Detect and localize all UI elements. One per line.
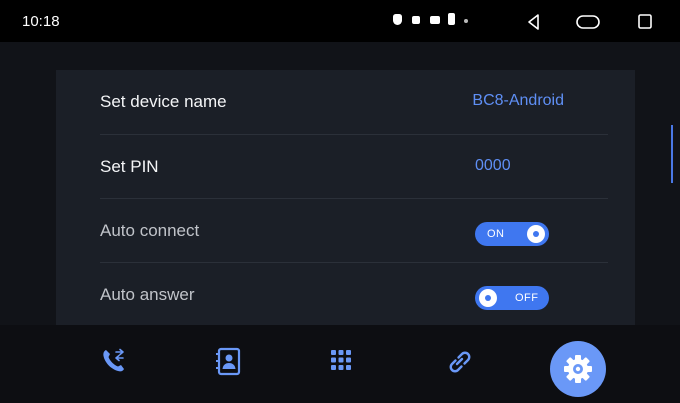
auto-connect-toggle[interactable]: ON — [475, 222, 549, 246]
setting-row-auto-connect: Auto connect ON — [100, 198, 608, 263]
setting-label: Auto connect — [100, 221, 200, 240]
phone-transfer-icon[interactable] — [92, 339, 136, 383]
dialpad-icon[interactable] — [319, 339, 363, 383]
home-nav-icon[interactable] — [574, 9, 602, 35]
contacts-icon[interactable] — [207, 339, 251, 383]
toggle-state-label: OFF — [515, 292, 539, 304]
shield-status-icon — [393, 14, 402, 25]
settings-icon[interactable] — [550, 341, 606, 397]
usb-status-icon — [448, 13, 455, 25]
setting-label: Auto answer — [100, 285, 195, 304]
pin-value[interactable]: 0000 — [475, 157, 511, 175]
more-status-icon — [464, 19, 468, 23]
bottom-nav — [0, 325, 680, 403]
auto-answer-toggle[interactable]: OFF — [475, 286, 549, 310]
status-bar: 10:18 — [0, 0, 680, 42]
notification-status-icon — [412, 16, 420, 24]
back-nav-icon[interactable] — [521, 9, 547, 35]
setting-row-device-name[interactable]: Set device name BC8-Android — [100, 70, 608, 134]
setting-row-pin[interactable]: Set PIN 0000 — [100, 134, 608, 199]
recents-nav-icon[interactable] — [632, 9, 658, 35]
settings-card: Set device name BC8-Android Set PIN 0000… — [56, 70, 635, 325]
settings-content: Set device name BC8-Android Set PIN 0000… — [0, 42, 680, 325]
message-status-icon — [430, 16, 440, 24]
status-time: 10:18 — [22, 13, 60, 30]
status-icons — [393, 13, 473, 28]
link-icon[interactable] — [437, 339, 481, 383]
device-name-value[interactable]: BC8-Android — [472, 92, 564, 110]
toggle-state-label: ON — [487, 228, 505, 240]
setting-label: Set device name — [100, 92, 227, 111]
scrollbar[interactable] — [671, 125, 673, 183]
toggle-knob — [479, 289, 497, 307]
setting-label: Set PIN — [100, 157, 159, 176]
toggle-knob — [527, 225, 545, 243]
setting-row-auto-answer: Auto answer OFF — [100, 262, 608, 327]
